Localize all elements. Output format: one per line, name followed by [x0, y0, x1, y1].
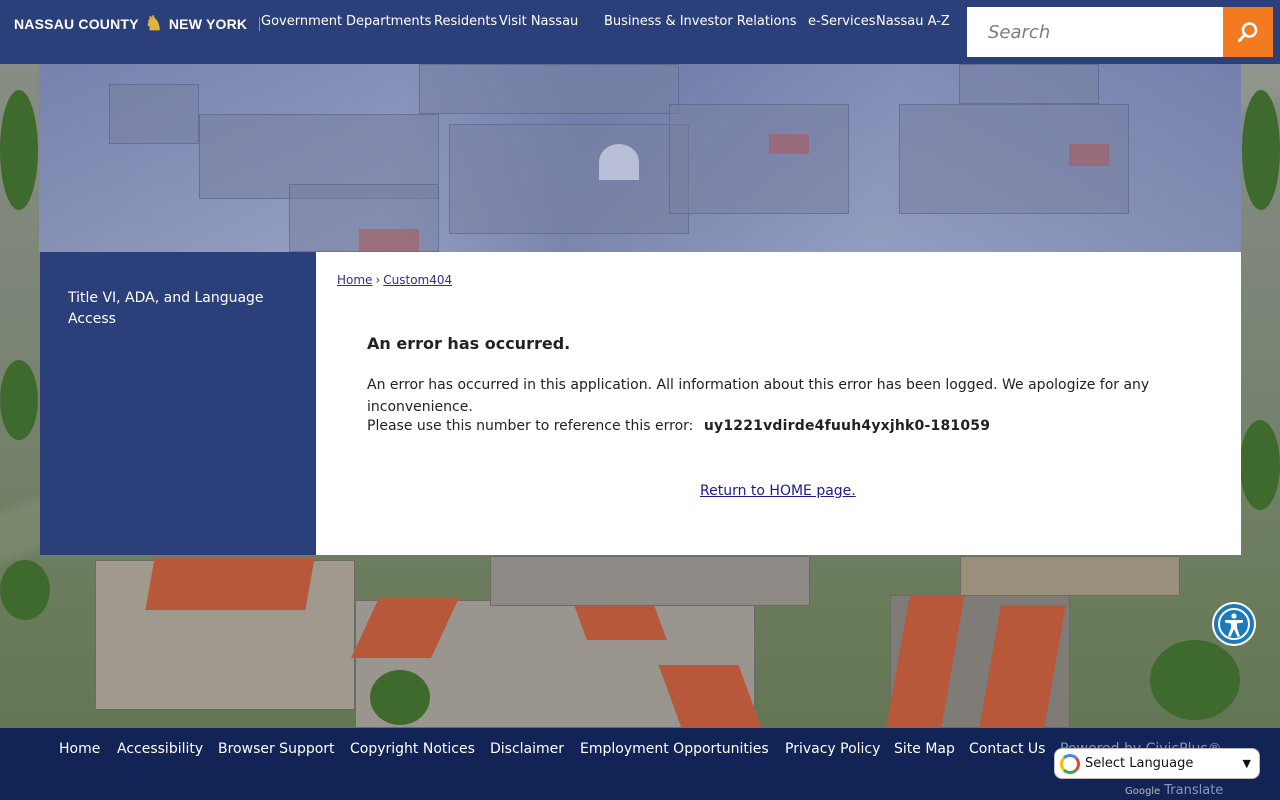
chevron-down-icon: ▼ [1242, 757, 1251, 770]
error-message: An error has occurred in this applicatio… [367, 377, 1150, 415]
search-input[interactable] [967, 7, 1223, 57]
footer-link-home[interactable]: Home [59, 741, 100, 757]
nav-departments[interactable]: Departments [346, 14, 431, 29]
lion-crest-icon: ♞ [144, 13, 163, 35]
error-reference-label: Please use this number to reference this… [367, 418, 694, 434]
google-translate-credit[interactable]: Google Translate [1125, 783, 1223, 798]
footer-link-site-map[interactable]: Site Map [894, 741, 955, 757]
breadcrumb: Home › Custom404 [337, 273, 452, 287]
logo-county-text: NASSAU COUNTY [14, 16, 139, 32]
footer-link-disclaimer[interactable]: Disclaimer [490, 741, 564, 757]
footer-link-contact[interactable]: Contact Us [969, 741, 1045, 757]
translate-label: Translate [1164, 783, 1224, 798]
hero-banner [39, 64, 1241, 252]
nav-nassau-a-z[interactable]: Nassau A-Z [876, 14, 950, 29]
sidebar: Title VI, ADA, and Language Access [40, 252, 316, 555]
site-header: NASSAU COUNTY ♞ NEW YORK Government Depa… [0, 0, 1280, 64]
search-icon [1238, 22, 1258, 42]
language-select-label: Select Language [1085, 756, 1194, 771]
footer-link-privacy[interactable]: Privacy Policy [785, 741, 880, 757]
return-home-link[interactable]: Return to HOME page. [700, 483, 856, 499]
error-reference: Please use this number to reference this… [367, 418, 990, 434]
sidebar-item-title-vi-ada[interactable]: Title VI, ADA, and Language Access [68, 288, 298, 330]
logo-state-text: NEW YORK [168, 16, 248, 32]
error-reference-code: uy1221vdirde4fuuh4yxjhk0-181059 [703, 418, 991, 434]
site-logo[interactable]: NASSAU COUNTY ♞ NEW YORK [14, 13, 261, 35]
accessibility-button[interactable] [1212, 602, 1256, 646]
main-content: Home › Custom404 An error has occurred. An… [316, 252, 1241, 555]
google-g-icon [1060, 753, 1080, 774]
nav-visit-nassau[interactable]: Visit Nassau [499, 14, 578, 29]
footer-link-browser-support[interactable]: Browser Support [218, 741, 335, 757]
nav-business-investor[interactable]: Business & Investor Relations [604, 14, 797, 29]
breadcrumb-current[interactable]: Custom404 [383, 273, 452, 287]
google-label: Google [1125, 786, 1161, 797]
error-title: An error has occurred. [367, 334, 571, 353]
nav-government[interactable]: Government [261, 14, 342, 29]
breadcrumb-separator: › [375, 273, 381, 287]
language-select[interactable]: Select Language ▼ [1054, 748, 1260, 779]
footer-link-accessibility[interactable]: Accessibility [117, 741, 203, 757]
footer-link-copyright[interactable]: Copyright Notices [350, 741, 475, 757]
nav-e-services[interactable]: e-Services [808, 14, 876, 29]
footer-link-employment[interactable]: Employment Opportunities [580, 741, 769, 757]
accessibility-icon [1218, 608, 1250, 640]
nav-residents[interactable]: Residents [434, 14, 497, 29]
search-button[interactable] [1223, 7, 1273, 57]
breadcrumb-home[interactable]: Home [337, 273, 372, 287]
